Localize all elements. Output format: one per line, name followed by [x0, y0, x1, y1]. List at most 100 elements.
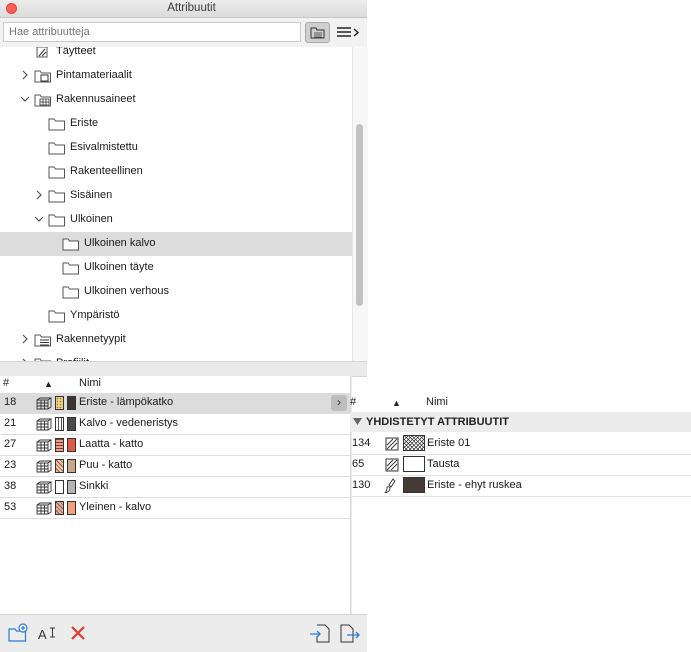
list-row[interactable]: 53 Yleinen - kalvo [0, 498, 350, 519]
tree-item-rakennusaineet[interactable]: Rakennusaineet [0, 88, 352, 112]
row-name: Laatta - katto [79, 438, 144, 450]
cut-fill-swatch [55, 438, 64, 452]
folder-icon [48, 190, 65, 203]
folder-icon [48, 118, 65, 131]
tree-item-rakenteellinen[interactable]: Rakenteellinen [0, 160, 352, 184]
surface-color-swatch [67, 501, 76, 515]
cut-fill-swatch [55, 417, 64, 431]
tree-item-ulkoinen-kalvo[interactable]: Ulkoinen kalvo [0, 232, 352, 256]
tree-item-label: Sisäinen [70, 189, 113, 201]
building-material-icon [36, 481, 52, 494]
attribute-tree: Täytteet Pintamateriaalit Rakennusaineet Er… [0, 47, 352, 361]
tree-item-label: Esivalmistettu [70, 141, 138, 153]
chevron-right-icon[interactable] [34, 190, 44, 200]
collapse-triangle-icon[interactable] [353, 418, 362, 426]
folder-icon [48, 142, 65, 155]
rename-icon: A [38, 627, 55, 642]
tree-item-esivalmistettu[interactable]: Esivalmistettu [0, 136, 352, 160]
row-number: 21 [4, 417, 17, 429]
details-number-header[interactable]: # [350, 396, 356, 408]
details-sort-arrow-icon[interactable]: ▲ [392, 398, 401, 408]
list-view-button[interactable] [335, 24, 361, 41]
surface-color-swatch [67, 396, 76, 410]
row-name: Eriste 01 [427, 437, 471, 449]
import-icon [310, 624, 330, 643]
tree-item-ulkoinen-täyte[interactable]: Ulkoinen täyte [0, 256, 352, 280]
fill-icon [385, 458, 399, 472]
folder-icon [62, 286, 79, 299]
details-header: # ▲ Nimi [350, 395, 691, 412]
details-name-header[interactable]: Nimi [426, 396, 448, 408]
list-row[interactable]: 21 Kalvo - vedeneristys [0, 414, 350, 435]
tree-item-pintamateriaalit[interactable]: Pintamateriaalit [0, 64, 352, 88]
bottom-toolbar: A [0, 614, 367, 652]
tree-item-ympäristö[interactable]: Ympäristö [0, 304, 352, 328]
rename-button[interactable]: A [37, 623, 59, 643]
tree-item-täytteet[interactable]: Täytteet [0, 47, 352, 64]
list-arrow-icon [337, 27, 360, 37]
column-name-header[interactable]: Nimi [79, 377, 101, 389]
tree-item-ulkoinen-verhous[interactable]: Ulkoinen verhous [0, 280, 352, 304]
tree-item-label: Täytteet [56, 47, 96, 57]
tree-view-toggle-button[interactable] [305, 22, 330, 43]
folder-icon [62, 262, 79, 275]
row-number: 130 [352, 479, 371, 491]
tree-item-profiilit[interactable]: Profiilit [0, 352, 352, 361]
list-row[interactable]: 23 Puu - katto [0, 456, 350, 477]
chevron-down-icon[interactable] [34, 214, 44, 224]
row-name: Eriste - ehyt ruskea [427, 479, 522, 491]
attribute-swatch [403, 456, 425, 472]
row-number: 23 [4, 459, 17, 471]
tree-item-sisäinen[interactable]: Sisäinen [0, 184, 352, 208]
delete-button[interactable] [68, 623, 90, 643]
row-number: 65 [352, 458, 365, 470]
panel-splitter[interactable] [0, 361, 367, 377]
row-number: 53 [4, 501, 17, 513]
detail-row[interactable]: 134 Eriste 01 [350, 433, 691, 455]
group-label: YHDISTETYT ATTRIBUUTIT [366, 416, 509, 428]
building-material-icon [36, 439, 52, 452]
building-material-icon [36, 460, 52, 473]
chevron-right-icon[interactable] [20, 70, 30, 80]
tree-item-rakennetyypit[interactable]: Rakennetyypit [0, 328, 352, 352]
window-title: Attribuutit [167, 2, 216, 14]
row-name: Yleinen - kalvo [79, 501, 152, 513]
tree-item-eriste[interactable]: Eriste [0, 112, 352, 136]
new-folder-button[interactable] [7, 623, 29, 643]
export-button[interactable] [339, 623, 361, 643]
sort-arrow-icon[interactable]: ▲ [44, 379, 53, 389]
tree-scrollbar-thumb[interactable] [356, 124, 363, 306]
import-button[interactable] [309, 623, 331, 643]
show-details-button[interactable]: › [331, 395, 347, 411]
tree-item-label: Ympäristö [70, 309, 120, 321]
detail-row[interactable]: 65 Tausta [350, 454, 691, 476]
row-name: Kalvo - vedeneristys [79, 417, 179, 429]
tree-item-label: Eriste [70, 117, 99, 129]
chevron-right-icon[interactable] [20, 334, 30, 344]
building-material-icon [36, 418, 52, 431]
surface-color-swatch [67, 417, 76, 431]
search-input[interactable] [3, 22, 301, 42]
composite-icon [34, 334, 51, 347]
folder-icon [62, 238, 79, 251]
tree-item-label: Ulkoinen täyte [84, 261, 154, 273]
surface-color-swatch [67, 438, 76, 452]
list-row[interactable]: 38 Sinkki [0, 477, 350, 498]
detail-row[interactable]: 130 Eriste - ehyt ruskea [350, 475, 691, 497]
list-row[interactable]: 18 Eriste - lämpökatko [0, 393, 350, 414]
surface-color-swatch [67, 480, 76, 494]
building-material-icon [34, 94, 51, 107]
tree-item-label: Rakenteellinen [70, 165, 143, 177]
folder-icon [48, 214, 65, 227]
row-number: 134 [352, 437, 371, 449]
cut-fill-swatch [55, 396, 64, 410]
tree-item-label: Ulkoinen kalvo [84, 237, 156, 249]
list-row[interactable]: 27 Laatta - katto [0, 435, 350, 456]
export-icon [340, 624, 360, 643]
tree-item-label: Ulkoinen verhous [84, 285, 169, 297]
column-number-header[interactable]: # [3, 377, 9, 389]
folder-icon [48, 310, 65, 323]
tree-item-ulkoinen[interactable]: Ulkoinen [0, 208, 352, 232]
combined-attributes-group[interactable]: YHDISTETYT ATTRIBUUTIT [350, 412, 691, 432]
chevron-down-icon[interactable] [20, 94, 30, 104]
